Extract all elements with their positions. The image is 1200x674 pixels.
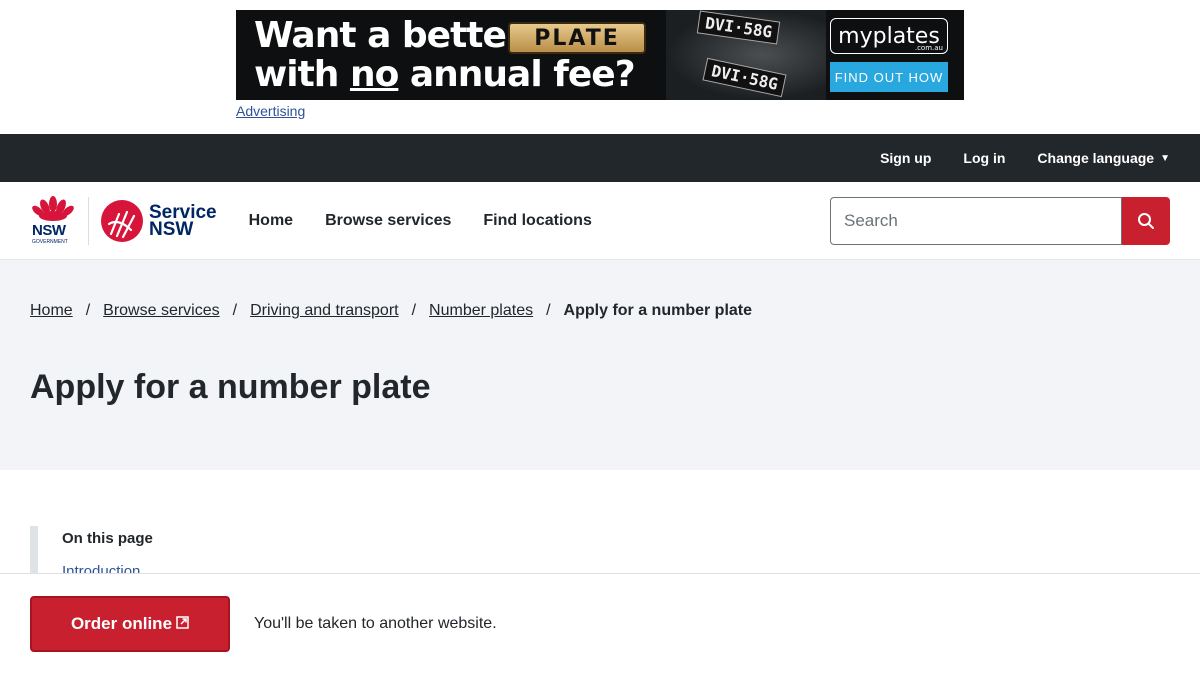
nsw-government-logo: NSW GOVERNMENT [30,195,76,246]
breadcrumb-home[interactable]: Home [30,302,73,320]
nsw-wordmark: NSW [32,221,66,239]
ad-plate-graphic: PLATE [508,22,646,54]
breadcrumb-separator: / [232,302,238,319]
nav-find-locations[interactable]: Find locations [483,212,591,230]
search-input[interactable]: Search [830,197,1122,245]
change-language-button[interactable]: Change language ▼ [1037,150,1170,166]
ad-brand-domain: .com.au [914,44,943,52]
logos[interactable]: NSW GOVERNMENT Service NSW [30,195,217,246]
nav-browse-services[interactable]: Browse services [325,212,451,230]
sticky-cta-bar: Order online You'll be taken to another … [0,573,1200,674]
ad-banner[interactable]: Want a better with no annual fee? PLATE … [236,10,964,100]
search-icon [1138,213,1154,229]
ad-headline-line2: with no annual fee? [254,54,636,95]
ad-brand-logo: myplates .com.au [830,18,948,54]
external-link-icon [176,616,189,632]
advertising-link[interactable]: Advertising [236,103,305,119]
breadcrumb-number-plates[interactable]: Number plates [429,302,533,320]
change-language-label: Change language [1037,150,1155,166]
ad-headline-no: no [349,54,399,95]
breadcrumb-separator: / [546,302,551,319]
main-header: NSW GOVERNMENT Service NSW Home Browse s… [0,182,1200,260]
service-nsw-line2: NSW [149,218,194,240]
on-this-page-title: On this page [62,530,153,547]
breadcrumb: Home / Browse services / Driving and tra… [30,302,1170,320]
primary-nav: Home Browse services Find locations [249,212,624,230]
service-nsw-line1: Service [149,201,217,223]
page-hero: Home / Browse services / Driving and tra… [0,260,1200,470]
search-form: Search [830,197,1170,245]
service-nsw-mark-icon [101,199,143,242]
main-content: On this page Introduction [0,470,1200,586]
breadcrumb-separator: / [85,302,91,319]
nav-home[interactable]: Home [249,212,293,230]
breadcrumb-current: Apply for a number plate [563,302,753,319]
utility-bar: Sign up Log in Change language ▼ [0,134,1200,182]
ad-headline-part: annual fee? [398,54,636,95]
logo-divider [88,196,89,245]
order-online-button[interactable]: Order online [30,596,230,652]
ad-cta-button[interactable]: FIND OUT HOW [830,62,948,92]
government-wordmark: GOVERNMENT [32,238,68,245]
chevron-down-icon: ▼ [1160,152,1170,164]
external-site-note: You'll be taken to another website. [254,615,497,632]
breadcrumb-driving-transport[interactable]: Driving and transport [250,302,399,320]
sign-up-link[interactable]: Sign up [880,150,931,166]
page-title: Apply for a number plate [30,368,431,406]
breadcrumb-separator: / [411,302,417,319]
service-nsw-wordmark: Service NSW [149,201,217,240]
log-in-link[interactable]: Log in [963,150,1005,166]
ad-area: Want a better with no annual fee? PLATE … [0,0,1200,134]
search-button[interactable] [1122,197,1170,245]
breadcrumb-browse-services[interactable]: Browse services [103,302,219,320]
waratah-icon [32,195,74,221]
ad-headline-part: with [254,54,350,95]
order-online-label: Order online [70,614,173,633]
